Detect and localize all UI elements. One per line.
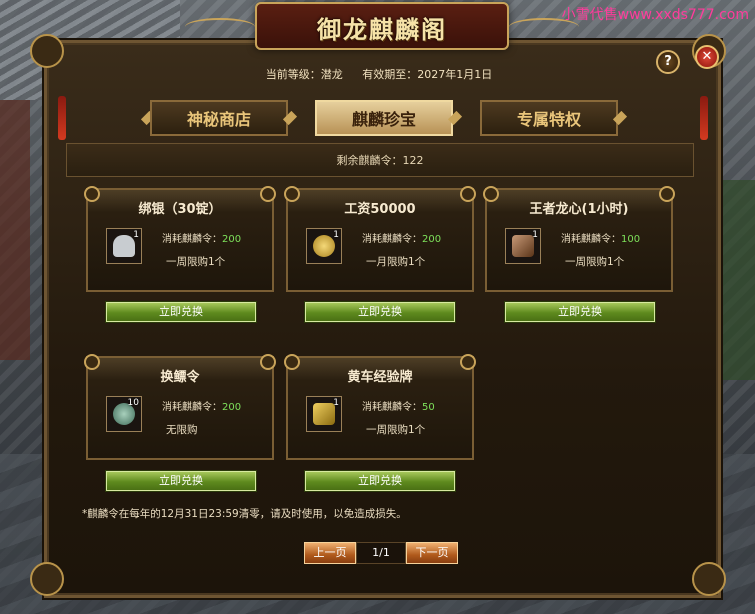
corner-ornament [692,562,726,596]
current-level: 当前等级：潜龙 [265,68,343,81]
background-foliage [715,180,755,380]
swirl-ornament [509,18,579,36]
page-indicator: 1/1 [356,542,406,564]
item-cost: 消耗麒麟令：50 [362,402,435,413]
item-cost: 消耗麒麟令：200 [162,402,242,413]
tab-mystery-shop[interactable]: 神秘商店 [150,100,288,136]
item-limit: 一周限购1个 [565,256,625,268]
watermark: 小雪代售www.xxds777.com [561,7,749,23]
item-count: 10 [127,398,139,408]
expiry-date: 有效期至：2027年1月1日 [362,68,493,81]
item-name: 黄车经验牌 [347,370,413,385]
dragon-heart-icon [512,235,534,257]
reset-notice: *麒麟令在每年的12月31日23:59清零，请及时使用，以免造成损失。 [82,508,407,520]
redeem-button[interactable]: 立即兑换 [305,302,455,322]
item-card: 工资50000 1 消耗麒麟令：200 一月限购1个 [284,186,476,292]
item-cost: 消耗麒麟令：200 [362,234,442,245]
gold-cart-icon [313,403,335,425]
remaining-tokens: 剩余麒麟令：122 [66,143,694,177]
gold-coins-icon [313,235,335,257]
item-slot[interactable]: 1 [106,228,142,264]
item-card: 绑银（30锭） 1 消耗麒麟令：200 一周限购1个 [84,186,276,292]
item-count: 1 [133,230,139,240]
silver-ingot-icon [113,235,135,257]
prev-page-button[interactable]: 上一页 [304,542,356,564]
item-limit: 无限购 [166,424,198,436]
redeem-button[interactable]: 立即兑换 [305,471,455,491]
item-card: 黄车经验牌 1 消耗麒麟令：50 一周限购1个 [284,354,476,460]
swirl-ornament [185,18,255,36]
item-limit: 一月限购1个 [366,256,426,268]
item-slot[interactable]: 10 [106,396,142,432]
item-count: 1 [532,230,538,240]
item-slot[interactable]: 1 [306,396,342,432]
item-slot[interactable]: 1 [505,228,541,264]
item-name: 工资50000 [344,202,416,217]
redeem-button[interactable]: 立即兑换 [106,471,256,491]
close-button[interactable]: ✕ [695,45,719,69]
item-limit: 一周限购1个 [166,256,226,268]
next-page-button[interactable]: 下一页 [406,542,458,564]
background-wall [0,100,30,360]
item-name: 王者龙心(1小时) [529,202,629,217]
item-cost: 消耗麒麟令：100 [561,234,641,245]
item-name: 换鳔令 [160,370,200,385]
header-info: 当前等级：潜龙 有效期至：2027年1月1日 [64,66,694,82]
redeem-button[interactable]: 立即兑换 [505,302,655,322]
corner-ornament [30,34,64,68]
title-plaque: 御龙麒麟阁 [185,2,579,50]
tassel-ornament [700,96,708,140]
item-name: 绑银（30锭） [138,202,222,217]
item-cost: 消耗麒麟令：200 [162,234,242,245]
item-limit: 一周限购1个 [366,424,426,436]
window-title: 御龙麒麟阁 [317,15,447,44]
corner-ornament [30,562,64,596]
redeem-button[interactable]: 立即兑换 [106,302,256,322]
tab-exclusive-privilege[interactable]: 专属特权 [480,100,618,136]
item-card: 王者龙心(1小时) 1 消耗麒麟令：100 一周限购1个 [483,186,675,292]
item-slot[interactable]: 1 [306,228,342,264]
item-card: 换鳔令 10 消耗麒麟令：200 无限购 [84,354,276,460]
item-count: 1 [333,230,339,240]
tassel-ornament [58,96,66,140]
item-count: 1 [333,398,339,408]
tab-qilin-treasure[interactable]: 麒麟珍宝 [315,100,453,136]
